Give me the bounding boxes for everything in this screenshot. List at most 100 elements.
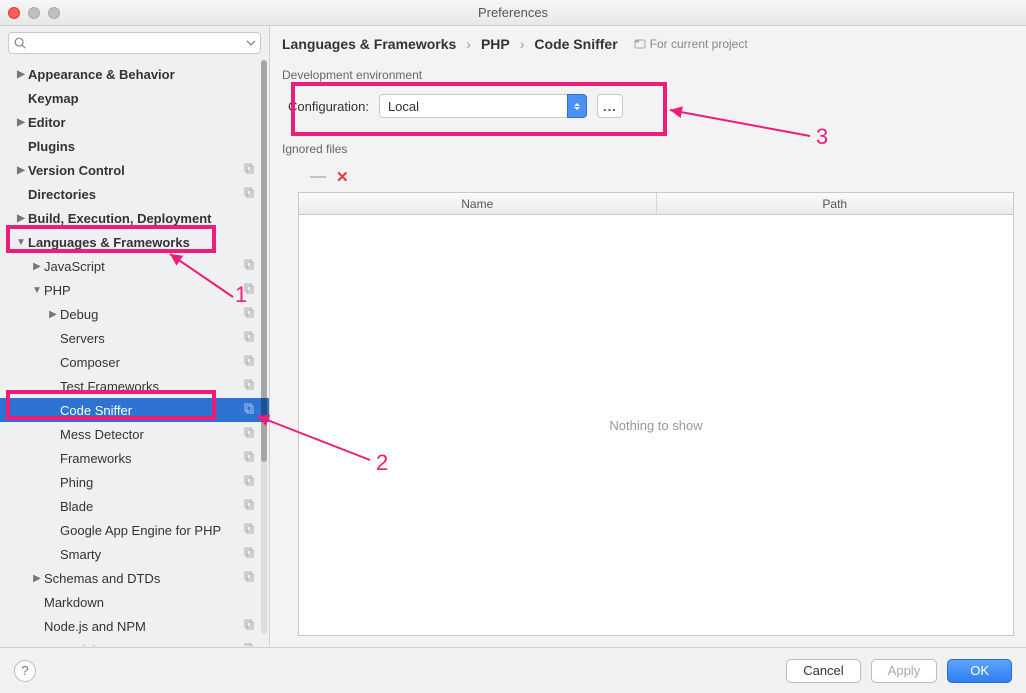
ignored-toolbar: — ✕ (282, 162, 1014, 192)
sidebar-item-phing[interactable]: ▶Phing (0, 470, 269, 494)
sidebar-item-mess-detector[interactable]: ▶Mess Detector (0, 422, 269, 446)
sidebar-item-label: Google App Engine for PHP (60, 523, 251, 538)
content-pane: Languages & Frameworks › PHP › Code Snif… (270, 26, 1026, 646)
project-scope-label: For current project (650, 37, 748, 51)
sidebar-item-label: Blade (60, 499, 251, 514)
chevron-right-icon[interactable]: ▶ (16, 213, 26, 224)
chevron-right-icon[interactable]: ▶ (48, 309, 58, 320)
sidebar-item-label: Plugins (28, 139, 251, 154)
copy-icon (243, 259, 255, 271)
column-header-path[interactable]: Path (657, 193, 1014, 214)
ok-button[interactable]: OK (947, 659, 1012, 683)
sidebar-scrollbar[interactable] (261, 60, 267, 634)
sidebar-item-php[interactable]: ▼PHP (0, 278, 269, 302)
sidebar-item-label: Node.js and NPM (44, 619, 251, 634)
copy-icon (243, 451, 255, 463)
sidebar-item-build-execution-deployment[interactable]: ▶Build, Execution, Deployment (0, 206, 269, 230)
sidebar-item-debug[interactable]: ▶Debug (0, 302, 269, 326)
copy-icon (243, 283, 255, 295)
sidebar-item-label: Composer (60, 355, 251, 370)
ignored-files-table: Name Path Nothing to show (298, 192, 1014, 636)
search-input[interactable] (27, 36, 246, 50)
browse-button[interactable]: ... (597, 94, 623, 118)
sidebar-item-sql-dialects[interactable]: ▶SQL Dialects (0, 638, 269, 646)
project-scope: For current project (634, 37, 748, 51)
dev-env-section-title: Development environment (270, 68, 1026, 88)
sidebar-item-blade[interactable]: ▶Blade (0, 494, 269, 518)
chevron-down-icon[interactable]: ▼ (32, 285, 42, 296)
sidebar: ▶Appearance & Behavior▶Keymap▶Editor▶Plu… (0, 26, 270, 646)
chevron-right-icon[interactable]: ▶ (16, 165, 26, 176)
sidebar-item-google-app-engine-for-php[interactable]: ▶Google App Engine for PHP (0, 518, 269, 542)
sidebar-item-label: Frameworks (60, 451, 251, 466)
sidebar-item-editor[interactable]: ▶Editor (0, 110, 269, 134)
sidebar-item-composer[interactable]: ▶Composer (0, 350, 269, 374)
remove-entry-icon[interactable]: — (310, 168, 326, 186)
sidebar-item-directories[interactable]: ▶Directories (0, 182, 269, 206)
copy-icon (243, 475, 255, 487)
settings-tree: ▶Appearance & Behavior▶Keymap▶Editor▶Plu… (0, 60, 269, 646)
sidebar-item-servers[interactable]: ▶Servers (0, 326, 269, 350)
sidebar-item-schemas-and-dtds[interactable]: ▶Schemas and DTDs (0, 566, 269, 590)
sidebar-item-languages-frameworks[interactable]: ▼Languages & Frameworks (0, 230, 269, 254)
sidebar-item-label: Test Frameworks (60, 379, 251, 394)
copy-icon (243, 307, 255, 319)
sidebar-item-code-sniffer[interactable]: ▶Code Sniffer (0, 398, 269, 422)
sidebar-item-label: SQL Dialects (44, 643, 251, 647)
chevron-down-icon[interactable] (246, 38, 256, 48)
search-icon (13, 36, 27, 50)
search-input-wrap[interactable] (8, 32, 261, 54)
breadcrumb-item[interactable]: PHP (481, 36, 510, 52)
sidebar-item-label: Schemas and DTDs (44, 571, 251, 586)
delete-entry-icon[interactable]: ✕ (336, 168, 349, 186)
copy-icon (243, 643, 255, 646)
sidebar-item-appearance-behavior[interactable]: ▶Appearance & Behavior (0, 62, 269, 86)
sidebar-item-label: Smarty (60, 547, 251, 562)
sidebar-item-label: Directories (28, 187, 251, 202)
sidebar-item-frameworks[interactable]: ▶Frameworks (0, 446, 269, 470)
copy-icon (243, 331, 255, 343)
configuration-value[interactable]: Local (379, 94, 567, 118)
sidebar-item-label: Debug (60, 307, 251, 322)
chevron-right-icon: › (466, 36, 471, 52)
sidebar-item-smarty[interactable]: ▶Smarty (0, 542, 269, 566)
sidebar-item-label: JavaScript (44, 259, 251, 274)
copy-icon (243, 427, 255, 439)
sidebar-item-version-control[interactable]: ▶Version Control (0, 158, 269, 182)
chevron-right-icon[interactable]: ▶ (16, 69, 26, 80)
copy-icon (243, 523, 255, 535)
sidebar-item-label: Appearance & Behavior (28, 67, 251, 82)
sidebar-item-node-js-and-npm[interactable]: ▶Node.js and NPM (0, 614, 269, 638)
chevron-right-icon[interactable]: ▶ (16, 117, 26, 128)
configuration-select[interactable]: Local (379, 94, 587, 118)
chevron-right-icon[interactable]: ▶ (32, 573, 42, 584)
cancel-button[interactable]: Cancel (786, 659, 860, 683)
window-title: Preferences (0, 5, 1026, 20)
bottom-bar: ? Cancel Apply OK (0, 647, 1026, 693)
copy-icon (243, 619, 255, 631)
apply-button[interactable]: Apply (871, 659, 938, 683)
sidebar-item-markdown[interactable]: ▶Markdown (0, 590, 269, 614)
sidebar-item-label: Markdown (44, 595, 251, 610)
copy-icon (243, 187, 255, 199)
titlebar: Preferences (0, 0, 1026, 26)
breadcrumb-item[interactable]: Languages & Frameworks (282, 36, 456, 52)
sidebar-item-keymap[interactable]: ▶Keymap (0, 86, 269, 110)
chevron-down-icon[interactable]: ▼ (16, 237, 26, 248)
copy-icon (243, 379, 255, 391)
configuration-row: Configuration: Local ... (270, 88, 1026, 130)
sidebar-item-plugins[interactable]: ▶Plugins (0, 134, 269, 158)
select-stepper-icon[interactable] (567, 94, 587, 118)
sidebar-item-javascript[interactable]: ▶JavaScript (0, 254, 269, 278)
chevron-right-icon[interactable]: ▶ (32, 261, 42, 272)
sidebar-item-test-frameworks[interactable]: ▶Test Frameworks (0, 374, 269, 398)
column-header-name[interactable]: Name (299, 193, 657, 214)
sidebar-item-label: Phing (60, 475, 251, 490)
sidebar-item-label: PHP (44, 283, 251, 298)
help-button[interactable]: ? (14, 660, 36, 682)
copy-icon (243, 499, 255, 511)
chevron-right-icon: › (520, 36, 525, 52)
sidebar-item-label: Mess Detector (60, 427, 251, 442)
copy-icon (243, 547, 255, 559)
breadcrumb-item: Code Sniffer (534, 36, 617, 52)
